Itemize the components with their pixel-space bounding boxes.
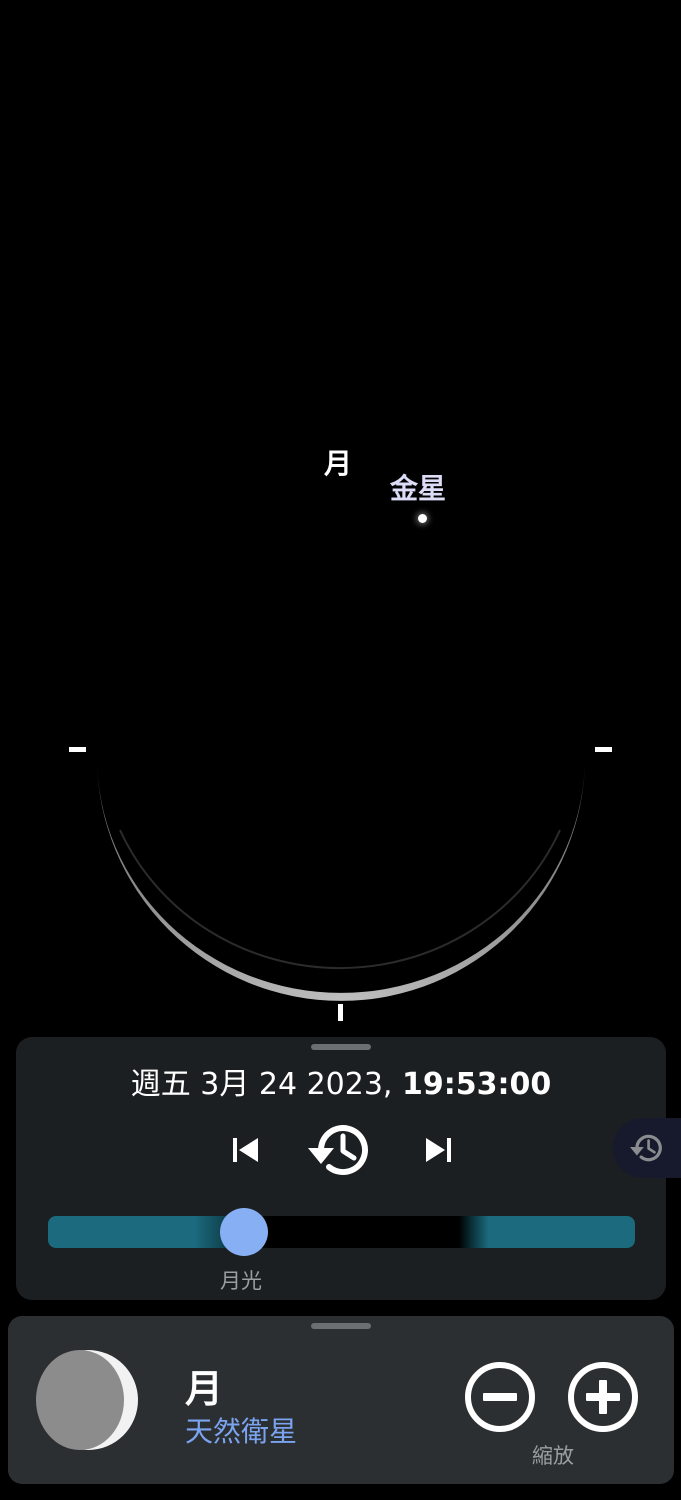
moon-crescent xyxy=(97,757,585,1001)
moon-phase-thumbnail[interactable] xyxy=(36,1348,140,1452)
reset-time-button[interactable] xyxy=(306,1117,374,1183)
skip-next-icon xyxy=(426,1138,451,1162)
zoom-in-button[interactable] xyxy=(566,1360,640,1434)
sky-view[interactable]: 月 金星 xyxy=(0,0,681,1040)
time-text: 19:53:00 xyxy=(402,1067,552,1102)
time-slider-track[interactable] xyxy=(48,1216,635,1248)
history-icon xyxy=(308,1125,368,1176)
zoom-out-button[interactable] xyxy=(463,1360,537,1434)
venus-marker[interactable] xyxy=(418,514,427,523)
target-reticle-left xyxy=(69,747,86,752)
target-reticle-right xyxy=(595,747,612,752)
venus-sky-label[interactable]: 金星 xyxy=(390,467,446,507)
object-info-panel[interactable]: 月 天然衛星 縮放 xyxy=(8,1316,674,1484)
date-time-display[interactable]: 週五 3月 24 2023, 19:53:00 xyxy=(16,1059,666,1103)
history-icon xyxy=(630,1134,662,1162)
time-slider-thumb[interactable] xyxy=(220,1208,268,1256)
drag-handle[interactable] xyxy=(311,1044,371,1050)
drag-handle[interactable] xyxy=(311,1323,371,1329)
target-reticle-bottom xyxy=(338,1004,343,1021)
date-text: 週五 3月 24 2023, xyxy=(130,1067,403,1102)
slider-caption: 月光 xyxy=(220,1269,262,1293)
time-control-panel: 週五 3月 24 2023, 19:53:00 月光 xyxy=(16,1037,666,1300)
history-tab-button[interactable] xyxy=(613,1118,681,1178)
object-name: 月 xyxy=(185,1367,224,1411)
moon-sky-label[interactable]: 月 xyxy=(324,442,352,482)
next-event-button[interactable] xyxy=(418,1130,458,1170)
object-type: 天然衛星 xyxy=(185,1415,298,1448)
zoom-label: 縮放 xyxy=(532,1444,574,1468)
skip-previous-icon xyxy=(233,1138,258,1162)
previous-event-button[interactable] xyxy=(226,1130,266,1170)
